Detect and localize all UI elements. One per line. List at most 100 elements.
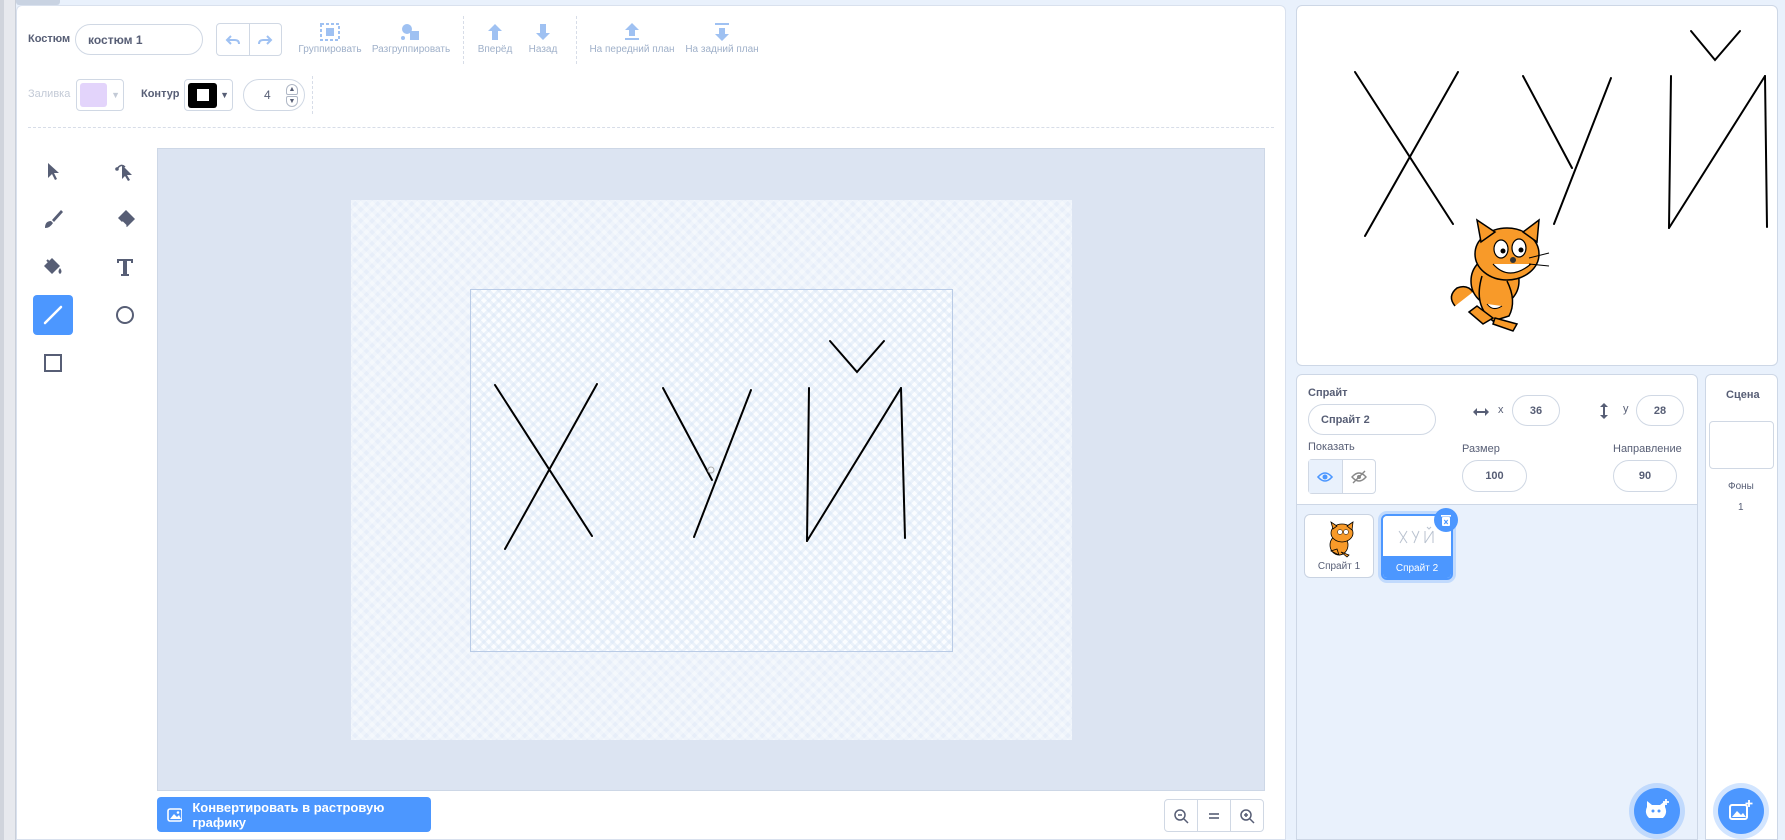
decrement-button[interactable]: ▼ <box>286 95 298 107</box>
stage-preview[interactable] <box>1296 5 1778 366</box>
outline-label: Контур <box>141 88 180 100</box>
stage-drawing <box>1354 30 1768 332</box>
costume-drawing <box>494 340 906 550</box>
backdrops-label: Фоны <box>1728 481 1754 492</box>
bring-to-front-icon <box>588 20 676 44</box>
reshape-tool[interactable] <box>105 151 145 191</box>
send-to-back-label: На задний план <box>685 44 759 55</box>
rectangle-tool[interactable] <box>33 343 73 383</box>
delete-sprite-button[interactable] <box>1434 508 1458 532</box>
arrow-up-icon <box>474 20 516 44</box>
size-input[interactable]: 100 <box>1462 460 1527 492</box>
paint-bucket-icon <box>44 258 62 274</box>
bring-to-front-label: На передний план <box>589 44 675 55</box>
backdrops-count: 1 <box>1738 502 1744 513</box>
outline-swatch <box>188 82 218 108</box>
costume-artboard[interactable] <box>470 289 953 652</box>
zoom-controls <box>1164 799 1264 832</box>
sprite-tile-label: Спрайт 2 <box>1383 556 1451 578</box>
undo-icon <box>225 34 240 45</box>
outline-color-picker[interactable]: ▼ <box>184 79 233 111</box>
circle-icon <box>116 306 134 324</box>
toolbar-separator <box>312 76 313 114</box>
circle-tool[interactable] <box>105 295 145 335</box>
toolbar-separator <box>576 16 577 64</box>
y-input[interactable]: 28 <box>1636 395 1684 426</box>
send-to-back-icon <box>682 20 762 44</box>
select-tool[interactable] <box>33 151 73 191</box>
direction-label: Направление <box>1613 443 1682 455</box>
stage-thumbnail[interactable] <box>1709 421 1774 469</box>
ungroup-button[interactable]: Разгруппировать <box>368 20 454 62</box>
stage-title: Сцена <box>1726 389 1760 401</box>
zoom-in-button[interactable] <box>1231 800 1263 831</box>
add-backdrop-button[interactable] <box>1718 788 1764 834</box>
image-icon <box>167 807 183 822</box>
show-button[interactable] <box>1309 460 1343 493</box>
increment-button[interactable]: ▲ <box>286 83 298 95</box>
cat-sprite <box>1450 218 1550 332</box>
hide-button[interactable] <box>1343 460 1376 493</box>
group-button[interactable]: Группировать <box>294 20 366 62</box>
arrow-cursor-icon <box>48 163 59 180</box>
ungroup-icon <box>368 20 454 44</box>
eraser-icon <box>118 210 135 227</box>
group-label: Группировать <box>298 44 362 55</box>
line-icon <box>43 305 63 325</box>
y-arrows-icon <box>1598 402 1610 425</box>
send-to-back-button[interactable]: На задний план <box>682 20 762 62</box>
backward-label: Назад <box>528 44 558 55</box>
costume-name-input[interactable]: костюм 1 <box>75 24 203 55</box>
toolbar-separator <box>463 16 464 64</box>
brush-icon <box>45 210 63 228</box>
x-input[interactable]: 36 <box>1512 395 1560 426</box>
eye-off-icon <box>1350 470 1367 483</box>
fill-swatch <box>80 83 108 107</box>
equals-icon <box>1209 812 1219 819</box>
fill-tool[interactable] <box>33 247 73 287</box>
zoom-reset-button[interactable] <box>1198 800 1231 831</box>
add-sprite-button[interactable] <box>1634 788 1680 834</box>
cat-thumbnail <box>1329 521 1354 558</box>
bring-to-front-button[interactable]: На передний план <box>588 20 676 62</box>
ungroup-label: Разгруппировать <box>371 44 451 55</box>
rectangle-icon <box>44 354 62 372</box>
text-tool[interactable] <box>105 247 145 287</box>
y-label: y <box>1623 403 1629 415</box>
redo-button[interactable] <box>250 24 282 55</box>
x-arrows-icon <box>1472 405 1490 423</box>
backward-button[interactable]: Назад <box>522 20 564 62</box>
size-label: Размер <box>1462 443 1500 455</box>
x-label: x <box>1498 404 1504 416</box>
line-tool[interactable] <box>33 295 73 335</box>
undo-redo-group <box>216 23 282 56</box>
forward-button[interactable]: Вперёд <box>474 20 516 62</box>
eye-icon <box>1317 471 1334 482</box>
visibility-toggle <box>1308 459 1376 494</box>
forward-label: Вперёд <box>477 44 513 55</box>
sprite-label: Спрайт <box>1308 387 1348 399</box>
sprite-tile-sprite-1[interactable]: Спрайт 1 <box>1304 514 1374 578</box>
outline-width-value: 4 <box>264 88 271 102</box>
cat-plus-icon <box>1645 799 1669 818</box>
undo-button[interactable] <box>217 24 250 55</box>
chevron-down-icon: ▼ <box>220 90 229 100</box>
show-label: Показать <box>1308 441 1355 453</box>
sprite-name-input[interactable]: Спрайт 2 <box>1308 404 1436 435</box>
zoom-out-icon <box>1174 808 1189 824</box>
fill-color-picker[interactable]: ▼ <box>76 79 124 111</box>
brush-tool[interactable] <box>33 199 73 239</box>
arrow-down-icon <box>522 20 564 44</box>
direction-input[interactable]: 90 <box>1613 460 1677 492</box>
redo-icon <box>258 34 273 45</box>
convert-to-bitmap-button[interactable]: Конвертировать в растровую графику <box>157 797 431 832</box>
group-icon <box>294 20 366 44</box>
eraser-tool[interactable] <box>105 199 145 239</box>
convert-to-bitmap-label: Конвертировать в растровую графику <box>192 799 385 830</box>
sprite-tile-label: Спрайт 1 <box>1317 561 1361 572</box>
toolbar-divider <box>28 127 1274 128</box>
zoom-out-button[interactable] <box>1165 800 1198 831</box>
fill-label: Заливка <box>28 88 71 100</box>
costume-label: Костюм <box>28 33 71 45</box>
outline-width-stepper[interactable]: 4 ▲ ▼ <box>243 79 305 111</box>
